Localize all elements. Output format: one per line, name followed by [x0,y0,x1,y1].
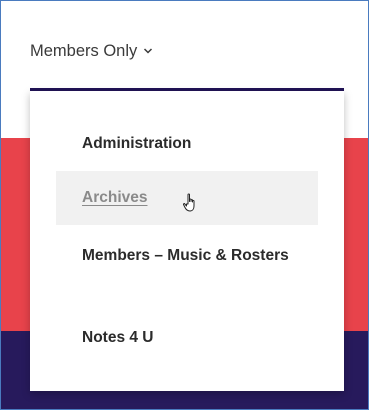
menu-item-label: Notes 4 U [82,329,154,346]
menu-item-archives[interactable]: Archives [56,171,318,225]
menu-item-notes-4-u[interactable]: Notes 4 U [56,329,318,347]
hand-pointer-cursor-icon [182,193,195,212]
chevron-down-icon [144,48,153,54]
members-only-label: Members Only [30,41,138,60]
browser-frame: Members Only Administration Archives Mem… [0,0,369,410]
members-only-menu-trigger[interactable]: Members Only [30,39,153,63]
menu-item-label: Archives [82,189,148,206]
menu-item-label: Administration [82,135,192,152]
members-only-dropdown: Administration Archives Members – Music … [30,91,344,391]
menu-item-administration[interactable]: Administration [56,135,318,153]
menu-item-label: Members – Music & Rosters [82,247,289,264]
menu-item-members-music-rosters[interactable]: Members – Music & Rosters [56,239,318,272]
